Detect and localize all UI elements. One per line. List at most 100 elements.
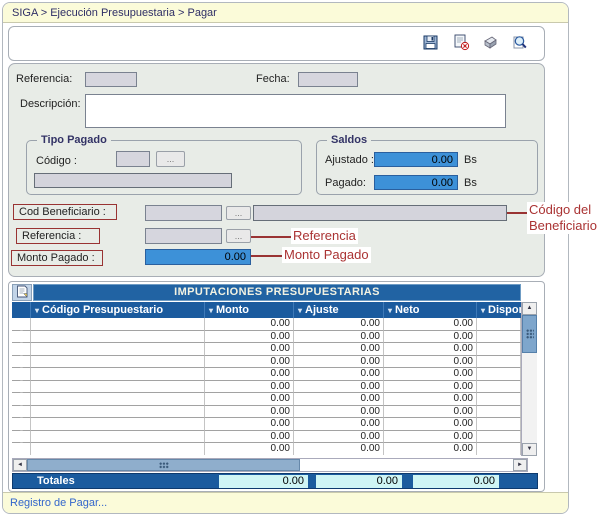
cell-monto: 0.00: [205, 368, 294, 381]
codigo-browse-button[interactable]: ...: [156, 151, 185, 167]
cell-codigo-presupuestario: [31, 331, 205, 344]
trash-icon: [17, 330, 26, 343]
cell-disponible: [477, 406, 521, 419]
horizontal-scroll-thumb[interactable]: [27, 459, 300, 471]
codigo-input[interactable]: [116, 151, 150, 167]
delete-row-button[interactable]: [12, 418, 31, 431]
note-cell[interactable]: [12, 284, 32, 301]
cell-neto: 0.00: [384, 318, 477, 331]
delete-row-button[interactable]: [12, 381, 31, 394]
annotation-cod-beneficiario: Código del Beneficiario: [527, 202, 608, 234]
table-row: 0.00 0.00 0.00: [12, 318, 521, 331]
tipo-pagado-legend: Tipo Pagado: [37, 134, 111, 146]
cell-monto: 0.00: [205, 343, 294, 356]
header-monto[interactable]: ▾Monto: [205, 302, 294, 318]
header-disponible[interactable]: ▾Disponible: [477, 302, 521, 318]
trash-icon: [17, 392, 26, 405]
delete-row-button[interactable]: [12, 318, 31, 331]
cell-codigo-presupuestario: [31, 318, 205, 331]
descripcion-textarea[interactable]: [85, 94, 506, 128]
referencia-input[interactable]: [85, 72, 137, 87]
search-button[interactable]: [511, 34, 530, 53]
cell-ajuste: 0.00: [294, 343, 384, 356]
header-neto[interactable]: ▾Neto: [384, 302, 477, 318]
scroll-right-button[interactable]: ►: [513, 459, 527, 471]
cell-neto: 0.00: [384, 443, 477, 455]
cell-ajuste: 0.00: [294, 356, 384, 369]
header-codigo-presupuestario[interactable]: ▾Código Presupuestario: [31, 302, 205, 318]
delete-row-button[interactable]: [12, 431, 31, 444]
cell-disponible: [477, 343, 521, 356]
screen: SIGA > Ejecución Presupuestaria > Pagar: [0, 0, 608, 516]
referencia2-input[interactable]: [145, 228, 222, 244]
scroll-left-button[interactable]: ◄: [13, 459, 27, 471]
table-title: IMPUTACIONES PRESUPUESTARIAS: [33, 284, 521, 301]
delete-row-button[interactable]: [12, 343, 31, 356]
table-row: 0.00 0.00 0.00: [12, 343, 521, 356]
payment-form: Referencia: Fecha: Descripción: Tipo Pag…: [8, 63, 545, 277]
sort-icon: ▾: [388, 306, 392, 315]
header-ajuste[interactable]: ▾Ajuste: [294, 302, 384, 318]
cell-ajuste: 0.00: [294, 331, 384, 344]
grip-icon: [159, 462, 169, 469]
referencia2-label: Referencia :: [16, 228, 100, 244]
delete-row-button[interactable]: [12, 368, 31, 381]
monto-pagado-label: Monto Pagado :: [11, 250, 103, 266]
vertical-scroll-thumb[interactable]: [522, 315, 537, 353]
scroll-up-button[interactable]: ▲: [522, 302, 537, 315]
cod-beneficiario-browse-button[interactable]: ...: [226, 206, 251, 220]
trash-icon: [17, 380, 26, 393]
cell-disponible: [477, 368, 521, 381]
cell-monto: 0.00: [205, 393, 294, 406]
vertical-scrollbar[interactable]: ▲ ▼: [521, 302, 537, 456]
delete-row-button[interactable]: [12, 356, 31, 369]
table-row: 0.00 0.00 0.00: [12, 443, 521, 455]
cell-neto: 0.00: [384, 418, 477, 431]
table-row: 0.00 0.00 0.00: [12, 356, 521, 369]
cell-neto: 0.00: [384, 393, 477, 406]
delete-row-button[interactable]: [12, 443, 31, 455]
referencia2-browse-button[interactable]: ...: [226, 229, 251, 243]
save-button[interactable]: [421, 34, 440, 53]
cell-codigo-presupuestario: [31, 431, 205, 444]
annotation-monto-pagado: Monto Pagado: [282, 247, 371, 263]
cell-monto: 0.00: [205, 331, 294, 344]
cod-beneficiario-label: Cod Beneficiario :: [13, 204, 117, 220]
save-cancel-button[interactable]: [451, 34, 470, 53]
ajustado-field: 0.00: [374, 152, 458, 167]
table-row: 0.00 0.00 0.00: [12, 393, 521, 406]
cell-disponible: [477, 318, 521, 331]
ajustado-label: Ajustado :: [325, 154, 374, 166]
status-text[interactable]: Registro de Pagar...: [10, 497, 107, 509]
ajustado-unit: Bs: [464, 154, 477, 166]
header-delete-column: [12, 302, 31, 318]
save-icon: [422, 34, 439, 54]
trash-icon: [17, 342, 26, 355]
save-cancel-icon: [452, 33, 470, 54]
cell-neto: 0.00: [384, 381, 477, 394]
saldos-fieldset: Saldos Ajustado : 0.00 Bs Pagado: 0.00 B…: [316, 140, 538, 195]
status-bar: Registro de Pagar...: [3, 492, 568, 513]
beneficiario-nombre-field: [253, 205, 507, 221]
codigo-label: Código :: [36, 155, 77, 167]
fecha-label: Fecha:: [256, 73, 290, 85]
tipo-pagado-nombre-field: [34, 173, 232, 188]
cod-beneficiario-input[interactable]: [145, 205, 222, 221]
delete-row-button[interactable]: [12, 393, 31, 406]
horizontal-scrollbar[interactable]: ◄ ►: [12, 458, 528, 472]
scroll-down-button[interactable]: ▼: [522, 443, 537, 456]
cell-codigo-presupuestario: [31, 343, 205, 356]
delete-row-button[interactable]: [12, 406, 31, 419]
monto-pagado-field[interactable]: 0.00: [145, 249, 251, 265]
cell-disponible: [477, 381, 521, 394]
breadcrumb-text: SIGA > Ejecución Presupuestaria > Pagar: [12, 7, 217, 19]
table-header-row: ▾Código Presupuestario ▾Monto ▾Ajuste ▾N…: [12, 302, 521, 318]
table-row: 0.00 0.00 0.00: [12, 368, 521, 381]
fecha-input[interactable]: [298, 72, 358, 87]
delete-button[interactable]: [481, 34, 500, 53]
cell-codigo-presupuestario: [31, 418, 205, 431]
cell-ajuste: 0.00: [294, 443, 384, 455]
trash-icon: [17, 355, 26, 368]
cell-monto: 0.00: [205, 431, 294, 444]
delete-row-button[interactable]: [12, 331, 31, 344]
